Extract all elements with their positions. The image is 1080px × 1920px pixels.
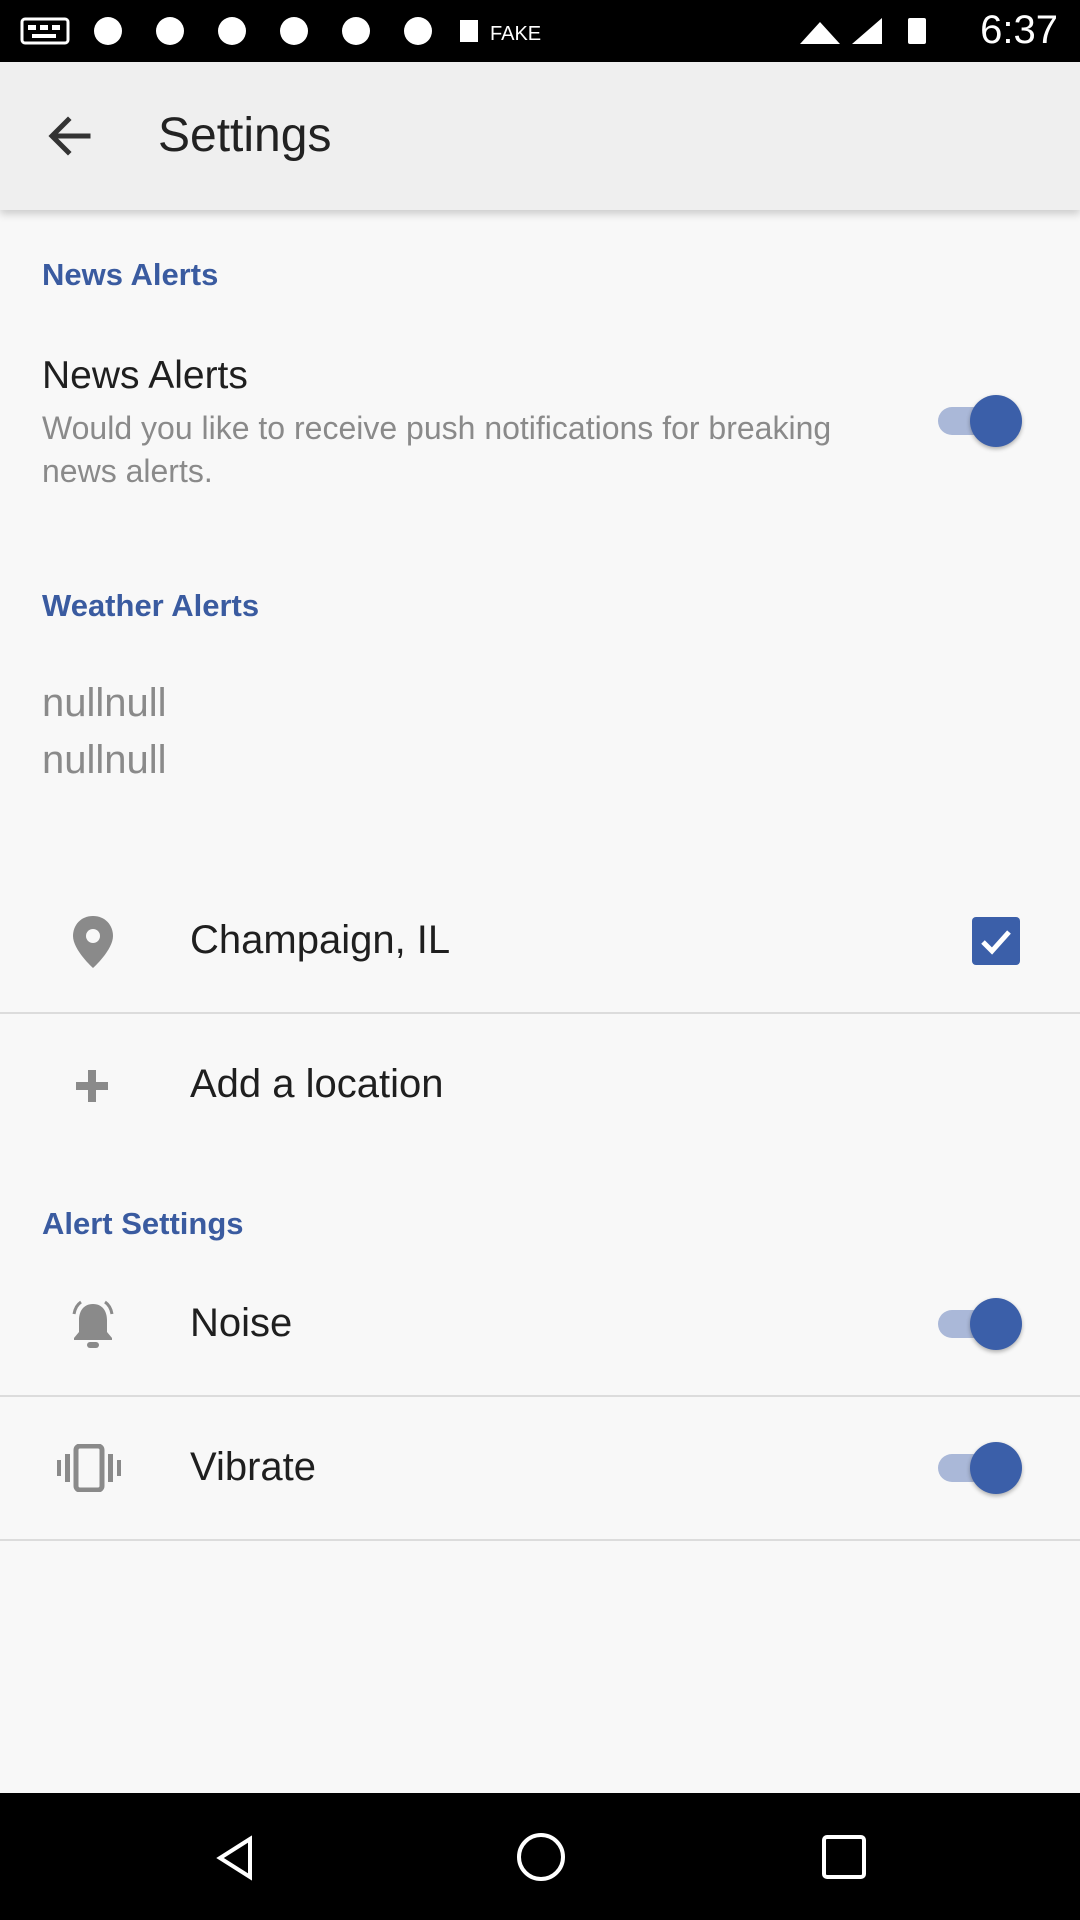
divider	[0, 1395, 1080, 1397]
page-title: Settings	[158, 109, 332, 162]
checkmark-icon	[981, 930, 1011, 955]
news-alerts-description: Would you like to receive push notificat…	[42, 410, 832, 489]
section-heading-alert-settings: Alert Settings	[42, 1206, 244, 1241]
nav-recents-icon[interactable]	[820, 1833, 868, 1881]
vibrate-label: Vibrate	[190, 1445, 317, 1489]
weather-line-2: nullnull	[42, 738, 167, 782]
bell-ringing-icon	[72, 1300, 114, 1348]
app-bar: Settings	[0, 62, 1080, 210]
nav-home-icon[interactable]	[515, 1831, 567, 1883]
news-alerts-title: News Alerts	[42, 354, 248, 397]
back-arrow-icon[interactable]	[40, 106, 100, 166]
vibrate-icon	[57, 1444, 121, 1492]
divider	[0, 1012, 1080, 1014]
add-location-button[interactable]: Add a location	[190, 1062, 444, 1107]
navigation-bar	[0, 1793, 1080, 1920]
section-heading-news: News Alerts	[42, 257, 219, 292]
nav-back-icon[interactable]	[210, 1833, 260, 1883]
location-checkbox[interactable]	[972, 917, 1020, 965]
section-heading-weather: Weather Alerts	[42, 588, 260, 623]
news-alerts-toggle[interactable]	[928, 393, 1024, 449]
plus-icon	[76, 1070, 108, 1102]
svg-text:FAKE: FAKE	[490, 23, 541, 45]
notification-icons: FAKE	[20, 17, 541, 45]
weather-line-1: nullnull	[42, 681, 167, 725]
location-label[interactable]: Champaign, IL	[190, 918, 450, 963]
status-time: 6:37	[980, 8, 1058, 52]
location-pin-icon	[73, 916, 113, 968]
noise-toggle[interactable]	[928, 1296, 1024, 1352]
vibrate-toggle[interactable]	[928, 1440, 1024, 1496]
status-bar: FAKE 6:37	[0, 0, 1080, 62]
noise-label: Noise	[190, 1301, 293, 1345]
divider	[0, 1539, 1080, 1541]
signal-battery-icons	[800, 18, 926, 44]
